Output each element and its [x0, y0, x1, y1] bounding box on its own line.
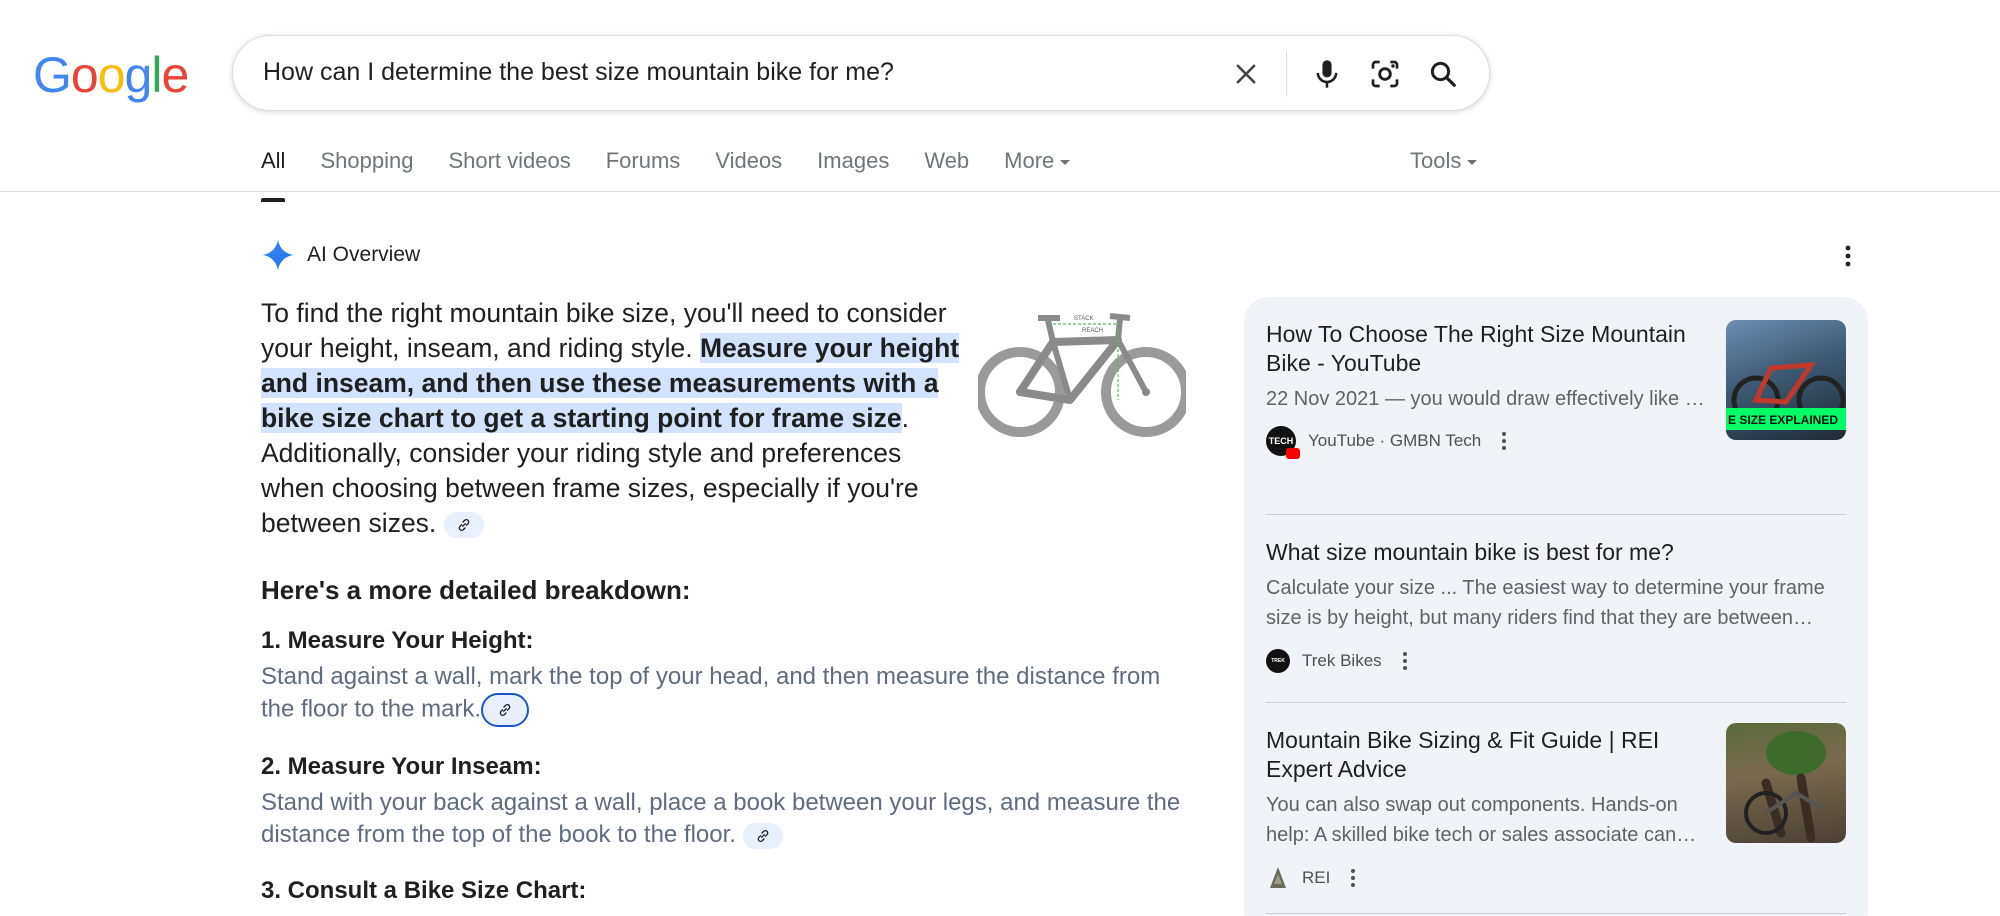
bike-stack-label: STACK — [1074, 316, 1094, 322]
tab-all[interactable]: All — [261, 148, 286, 202]
link-icon — [757, 829, 768, 842]
microphone-icon[interactable] — [1303, 50, 1351, 98]
tab-web[interactable]: Web — [924, 148, 969, 202]
citation-link-button[interactable] — [742, 822, 783, 849]
tab-label: All — [261, 148, 286, 173]
search-input[interactable]: How can I determine the best size mounta… — [263, 58, 894, 87]
tab-shopping[interactable]: Shopping — [320, 148, 413, 202]
link-icon — [458, 519, 469, 531]
search-divider — [1286, 51, 1287, 97]
google-logo[interactable]: Google — [33, 46, 189, 104]
search-actions — [1212, 50, 1467, 98]
source-title[interactable]: How To Choose The Right Size Mountain Bi… — [1266, 320, 1706, 378]
source-card[interactable]: Mountain Bike Sizing & Fit Guide | REI E… — [1266, 723, 1846, 890]
step-title: 1. Measure Your Height: — [261, 627, 534, 654]
logo-letter: o — [97, 47, 126, 103]
source-name: Trek Bikes — [1302, 651, 1382, 670]
ai-overview-title: AI Overview — [307, 243, 421, 266]
gmbn-avatar: TECH — [1266, 426, 1300, 459]
tab-label: Web — [924, 148, 970, 173]
tab-videos[interactable]: Videos — [715, 148, 782, 202]
thumbnail-caption: E SIZE EXPLAINED — [1728, 413, 1838, 427]
tab-forums[interactable]: Forums — [606, 148, 681, 202]
source-snippet-text: You can also swap out components. Hands-… — [1266, 794, 1697, 846]
citation-link-button[interactable] — [481, 693, 530, 727]
tab-label: Short videos — [448, 148, 571, 173]
step-title: 2. Measure Your Inseam: — [261, 753, 542, 780]
link-icon — [499, 704, 511, 716]
source-card[interactable]: What size mountain bike is best for me? … — [1266, 538, 1846, 673]
logo-letter: G — [33, 47, 72, 103]
tab-label: Videos — [715, 148, 783, 173]
video-thumbnail[interactable]: E SIZE EXPLAINED — [1726, 320, 1846, 440]
source-title[interactable]: What size mountain bike is best for me? — [1266, 538, 1846, 567]
ai-overview-summary: To find the right mountain bike size, yo… — [261, 296, 961, 541]
source-snippet-text: 22 Nov 2021 — you would draw effectively… — [1266, 388, 1706, 410]
source-separator — [1266, 702, 1846, 703]
logo-letter: e — [161, 47, 189, 103]
source-snippet: Calculate your size ... The easiest way … — [1266, 573, 1846, 637]
source-snippet: 22 Nov 2021 — you would draw effectively… — [1266, 384, 1706, 414]
header-divider — [0, 191, 2000, 192]
tab-label: Images — [817, 148, 890, 173]
rei-thumbnail[interactable] — [1726, 723, 1846, 843]
source-options-icon[interactable] — [1501, 431, 1507, 451]
logo-letter: g — [124, 47, 153, 103]
source-separator — [1266, 514, 1846, 515]
ai-overview-header: AI Overview — [261, 238, 420, 272]
tab-images[interactable]: Images — [817, 148, 889, 202]
source-name: REI — [1302, 868, 1331, 887]
tab-short-videos[interactable]: Short videos — [448, 148, 570, 202]
source-meta: REI — [1266, 866, 1846, 890]
caret-down-icon — [1060, 159, 1071, 165]
step-text: Stand with your back against a wall, pla… — [261, 787, 1191, 851]
rei-logo-icon — [1266, 866, 1290, 890]
tools-label: Tools — [1410, 148, 1462, 173]
source-card[interactable]: How To Choose The Right Size Mountain Bi… — [1266, 320, 1846, 459]
tab-more[interactable]: More — [1004, 148, 1071, 202]
search-icon[interactable] — [1419, 50, 1467, 98]
bike-geometry-image[interactable]: STACK REACH — [975, 300, 1191, 456]
logo-letter: l — [151, 47, 162, 103]
step-text-content: Stand with your back against a wall, pla… — [261, 789, 1181, 848]
gemini-sparkle-icon — [262, 239, 294, 271]
source-name: YouTube · GMBN Tech — [1308, 431, 1482, 450]
caret-down-icon — [1467, 159, 1478, 165]
source-snippet-text: Calculate your size ... The easiest way … — [1266, 577, 1825, 629]
step-title: 3. Consult a Bike Size Chart: — [261, 877, 587, 904]
source-snippet: You can also swap out components. Hands-… — [1266, 790, 1706, 854]
search-tabs: All Shopping Short videos Forums Videos … — [261, 148, 1105, 202]
tab-label: Forums — [605, 148, 681, 173]
source-title[interactable]: Mountain Bike Sizing & Fit Guide | REI E… — [1266, 726, 1706, 784]
tab-label: More — [1004, 148, 1055, 173]
sources-panel: How To Choose The Right Size Mountain Bi… — [1244, 297, 1868, 916]
camera-lens-icon[interactable] — [1361, 50, 1409, 98]
citation-link-button[interactable] — [443, 512, 484, 538]
trek-logo-icon: TREK — [1266, 649, 1290, 673]
more-options-icon[interactable] — [1843, 244, 1853, 273]
source-options-icon[interactable] — [1402, 651, 1408, 671]
bike-reach-label: REACH — [1082, 328, 1103, 334]
youtube-icon — [1286, 448, 1300, 459]
search-box[interactable]: How can I determine the best size mounta… — [232, 35, 1490, 111]
step-text-content: Stand against a wall, mark the top of yo… — [261, 663, 1161, 723]
step-text: Stand against a wall, mark the top of yo… — [261, 661, 1191, 727]
tab-label: Shopping — [320, 148, 414, 173]
source-options-icon[interactable] — [1350, 868, 1356, 888]
logo-letter: o — [70, 47, 99, 103]
tools-button[interactable]: Tools — [1410, 148, 1478, 174]
clear-icon[interactable] — [1222, 50, 1270, 98]
source-separator — [1266, 913, 1846, 914]
source-meta: TREK Trek Bikes — [1266, 649, 1846, 673]
breakdown-heading: Here's a more detailed breakdown: — [261, 575, 691, 605]
